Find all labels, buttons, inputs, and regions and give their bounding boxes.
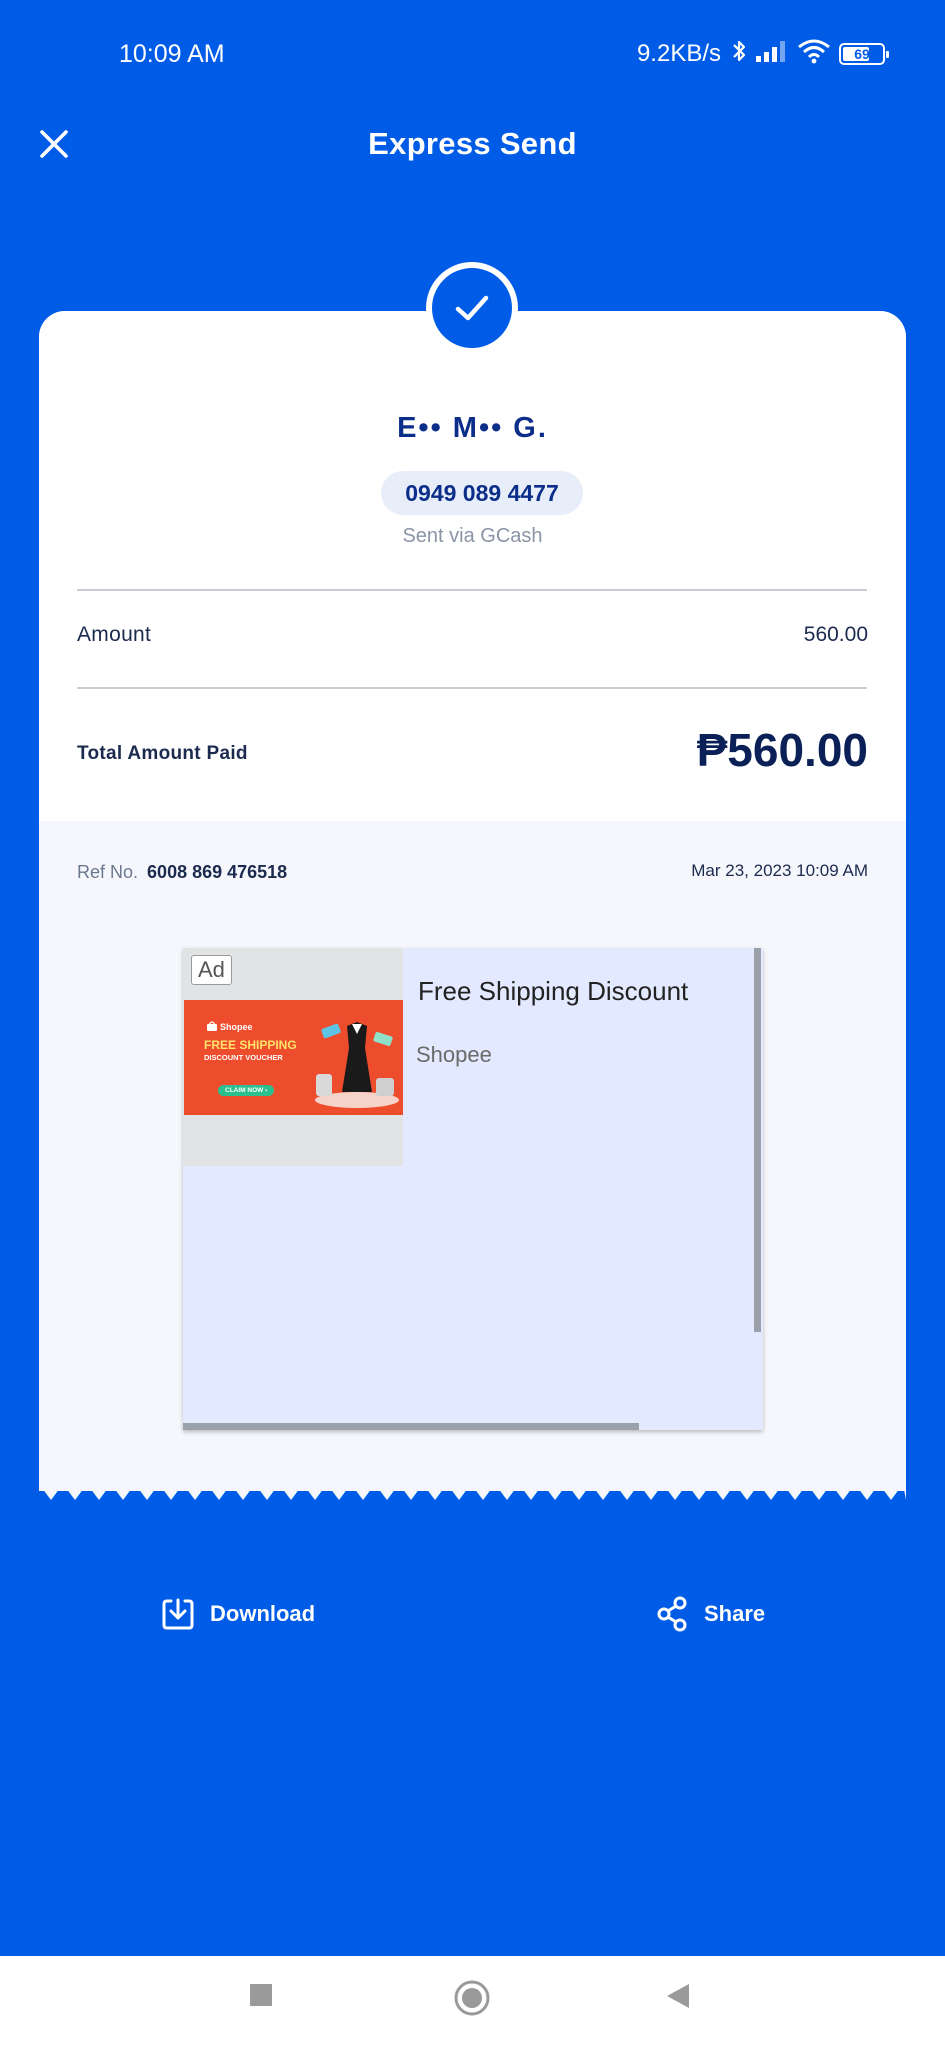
sent-via-label: Sent via GCash [402, 525, 543, 547]
recipient-name: E•• M•• G. [397, 412, 548, 444]
home-icon [454, 1980, 490, 2016]
recents-icon [250, 1984, 272, 2006]
download-label: Download [210, 1601, 316, 1626]
ad-container[interactable]: Ad Shopee FREE SHIPPING DISCOUNT VOUCHER… [183, 948, 763, 1430]
ad-scrollbar-horizontal[interactable] [183, 1423, 639, 1430]
share-button[interactable]: Share [656, 1596, 765, 1632]
download-icon [162, 1598, 194, 1630]
banner-headline: FREE SHIPPING [204, 1038, 297, 1052]
success-check-badge [426, 262, 518, 354]
ad-badge: Ad [191, 955, 232, 985]
share-label: Share [704, 1601, 766, 1626]
status-bar: 10:09 AM 9.2KB/s 69 [0, 0, 945, 110]
share-icon [657, 1596, 687, 1632]
banner-subheadline: DISCOUNT VOUCHER [204, 1053, 283, 1062]
battery-icon: 69 [839, 42, 889, 65]
network-speed: 9.2KB/s [636, 39, 721, 67]
check-icon [455, 295, 489, 321]
status-icons: 9.2KB/s 69 [636, 38, 889, 69]
ref-label: Ref No. [77, 862, 139, 882]
back-icon [667, 1984, 689, 2008]
ad-scrollbar-vertical[interactable] [754, 948, 761, 1332]
ad-image[interactable]: Ad Shopee FREE SHIPPING DISCOUNT VOUCHER… [183, 948, 403, 1166]
page-title: Express Send [368, 126, 577, 161]
header: Express Send [0, 110, 945, 220]
ref-number: 6008 869 476518 [147, 862, 288, 882]
bluetooth-icon [731, 38, 747, 69]
transaction-date: Mar 23, 2023 10:09 AM [691, 861, 868, 880]
receipt-card: E•• M•• G. 0949 089 4477 Sent via GCash … [39, 311, 906, 1491]
torn-edge-shape [39, 1478, 906, 1500]
shopee-bag-icon [207, 1021, 217, 1031]
ad-advertiser: Shopee [416, 1042, 492, 1067]
receipt-torn-edge [39, 1478, 906, 1500]
banner-cta-button[interactable]: CLAIM NOW › [218, 1085, 275, 1096]
shopee-banner[interactable]: Shopee FREE SHIPPING DISCOUNT VOUCHER CL… [184, 1000, 403, 1115]
product-illustration [315, 1022, 399, 1108]
receipt-summary: E•• M•• G. 0949 089 4477 Sent via GCash … [39, 311, 906, 821]
back-button[interactable] [664, 1982, 692, 2015]
system-nav-bar [0, 1956, 945, 2048]
reference-number: Ref No. 6008 869 476518 [77, 862, 287, 883]
total-amount-label: Total Amount Paid [77, 743, 248, 764]
divider [77, 687, 867, 689]
status-time: 10:09 AM [119, 40, 225, 68]
banner-brand: Shopee [220, 1022, 253, 1032]
battery-level: 69 [854, 45, 870, 62]
home-button[interactable] [452, 1978, 492, 2023]
ad-title[interactable]: Free Shipping Discount [418, 976, 688, 1007]
recents-button[interactable] [248, 1982, 274, 2013]
divider [77, 589, 867, 591]
wifi-icon [797, 38, 831, 69]
total-amount-value: ₱560.00 [696, 724, 868, 776]
signal-icon [755, 39, 789, 68]
amount-label: Amount [77, 623, 152, 646]
download-button[interactable]: Download [160, 1596, 315, 1632]
recipient-phone: 0949 089 4477 [381, 471, 583, 515]
amount-value: 560.00 [803, 623, 868, 646]
